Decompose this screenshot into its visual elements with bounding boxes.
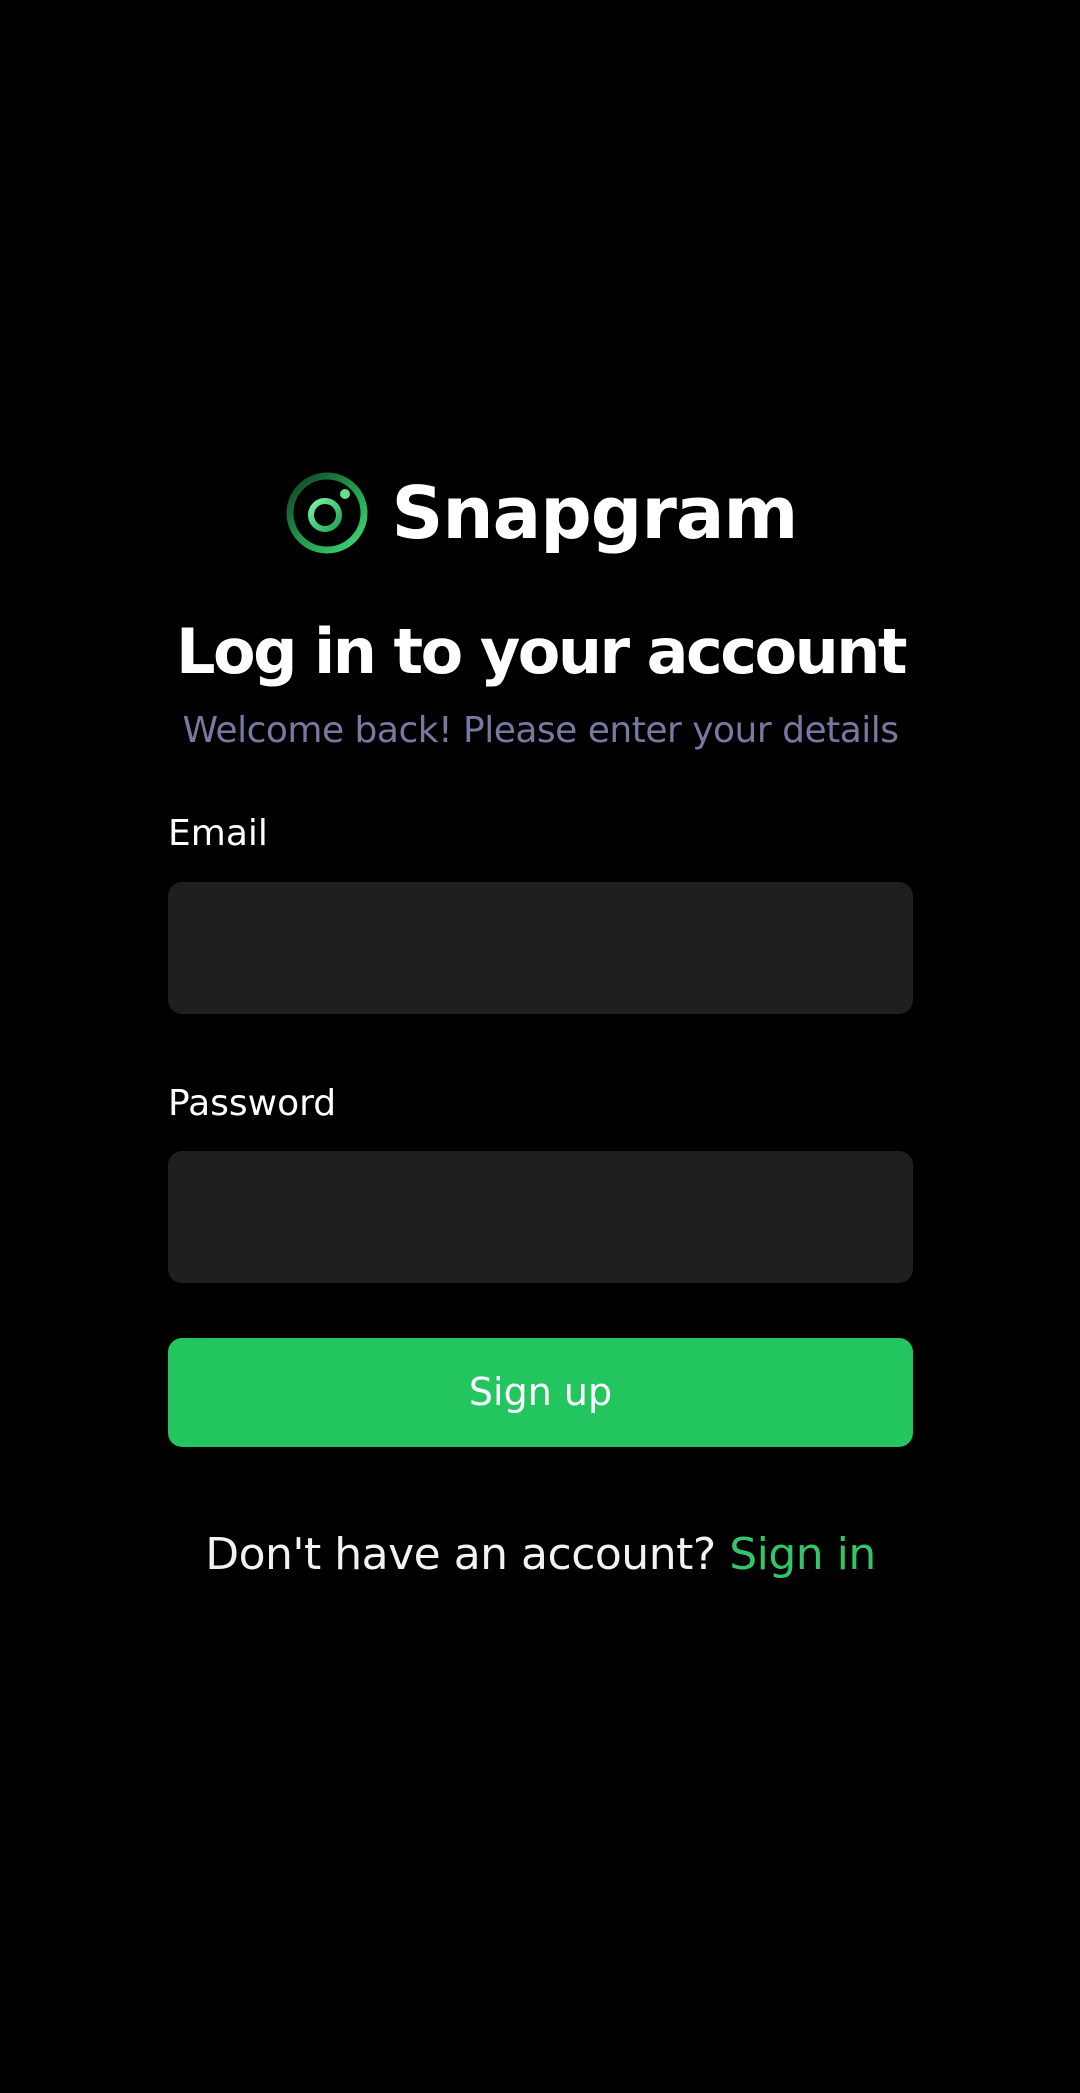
- login-form: Snapgram Log in to your account Welcome …: [168, 468, 913, 1582]
- sign-up-button[interactable]: Sign up: [168, 1337, 913, 1447]
- login-screen: Snapgram Log in to your account Welcome …: [0, 0, 1080, 2093]
- page-subtitle: Welcome back! Please enter your details: [182, 710, 899, 752]
- footer-prompt-text: Don't have an account?: [205, 1528, 716, 1580]
- sign-in-link[interactable]: Sign in: [729, 1529, 876, 1580]
- camera-ring-icon: [286, 472, 368, 554]
- brand-logo: Snapgram: [168, 468, 913, 558]
- password-field[interactable]: [168, 1150, 913, 1283]
- password-label: Password: [168, 1082, 337, 1124]
- email-field[interactable]: [168, 881, 913, 1014]
- footer-prompt: Don't have an account? Sign in: [168, 1529, 913, 1582]
- email-label: Email: [168, 813, 268, 855]
- brand-name: Snapgram: [391, 471, 799, 555]
- page-title: Log in to your account: [175, 615, 908, 688]
